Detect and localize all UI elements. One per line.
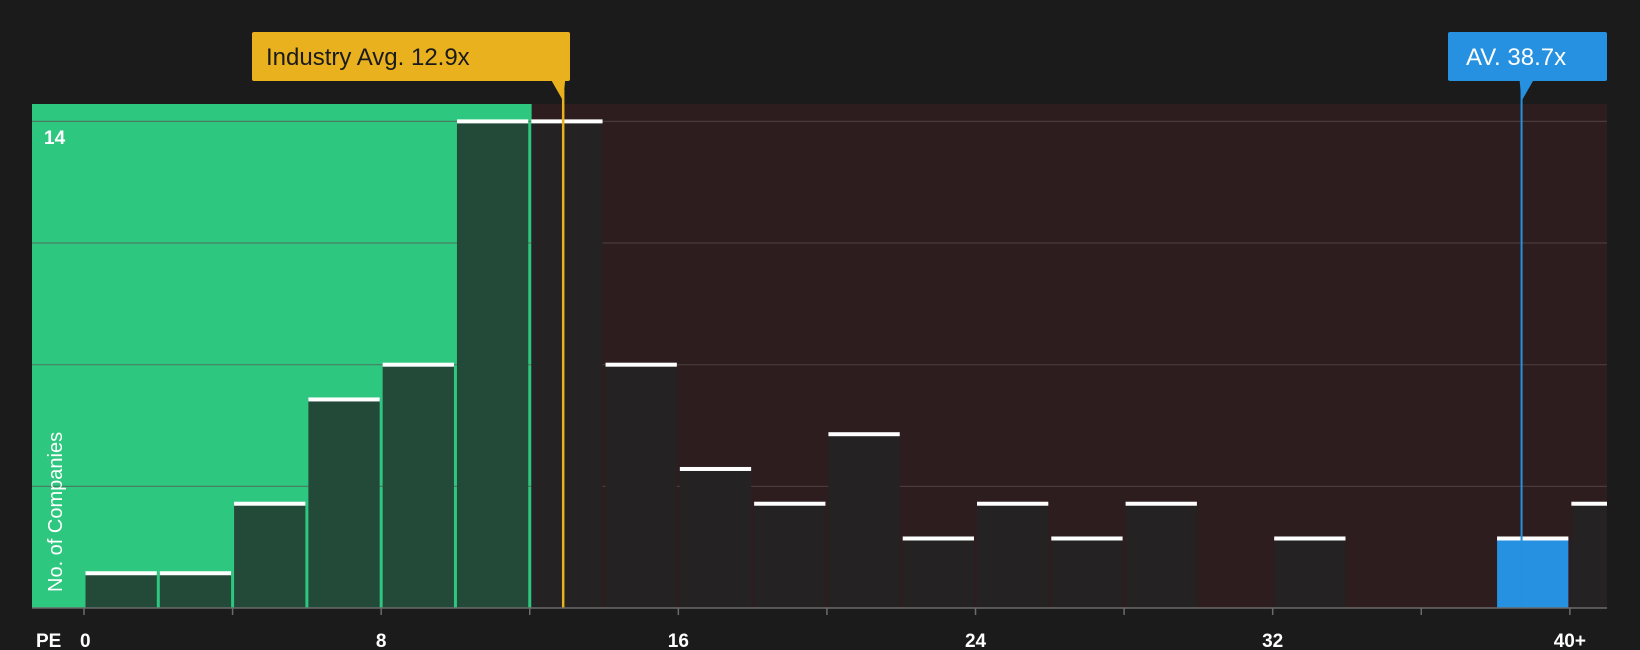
bar-cap [308,397,380,402]
bar-cap [977,501,1049,506]
bar-cap [456,119,529,124]
histogram-bar [754,503,826,608]
bar-cap [679,466,752,471]
histogram-bar [605,364,677,608]
histogram-bar [1497,538,1569,608]
bar-cap [1497,536,1569,541]
x-tick-label: 16 [668,631,689,650]
histogram-bar [531,121,603,609]
bar-cap [382,362,454,367]
bar-cap [85,571,157,576]
x-tick-label: 8 [376,631,387,650]
bar-cap [902,536,975,541]
pe-distribution-chart: 0 8 16 24 32 40+ Industry Avg. 12.9x AV. 38.7x… [0,0,1640,650]
bar-cap [531,119,603,124]
histogram-bar [1571,503,1607,608]
histogram-bar [308,399,380,608]
bar-cap [1571,501,1607,506]
company-pe-label: AV. 38.7x [1466,44,1566,71]
x-tick-label: 40+ [1554,631,1586,650]
x-tick-label: 0 [80,631,91,650]
histogram-bar [456,121,529,609]
histogram-bar [382,364,454,608]
bar-cap [1125,501,1197,506]
histogram-bar [85,573,157,608]
x-tick-label: 32 [1262,631,1283,650]
histogram-bar [679,468,752,608]
bar-cap [754,501,826,506]
x-axis-title: PE [36,631,61,650]
y-tick-label: 14 [44,128,66,149]
histogram-bar [902,538,975,608]
histogram-bar [1125,503,1197,608]
bar-cap [1051,536,1123,541]
bar-cap [605,362,677,367]
histogram-bar [1274,538,1346,608]
industry-avg-label: Industry Avg. 12.9x [266,44,470,71]
bar-cap [234,501,306,506]
histogram-bar [828,434,900,608]
histogram-bar [977,503,1049,608]
y-axis-title: No. of Companies [45,432,67,592]
bar-cap [828,432,900,437]
x-tick-label: 24 [965,631,987,650]
histogram-bar [234,503,306,608]
bar-cap [1274,536,1346,541]
bar-cap [159,571,232,576]
histogram-bar [159,573,232,608]
histogram-bar [1051,538,1123,608]
